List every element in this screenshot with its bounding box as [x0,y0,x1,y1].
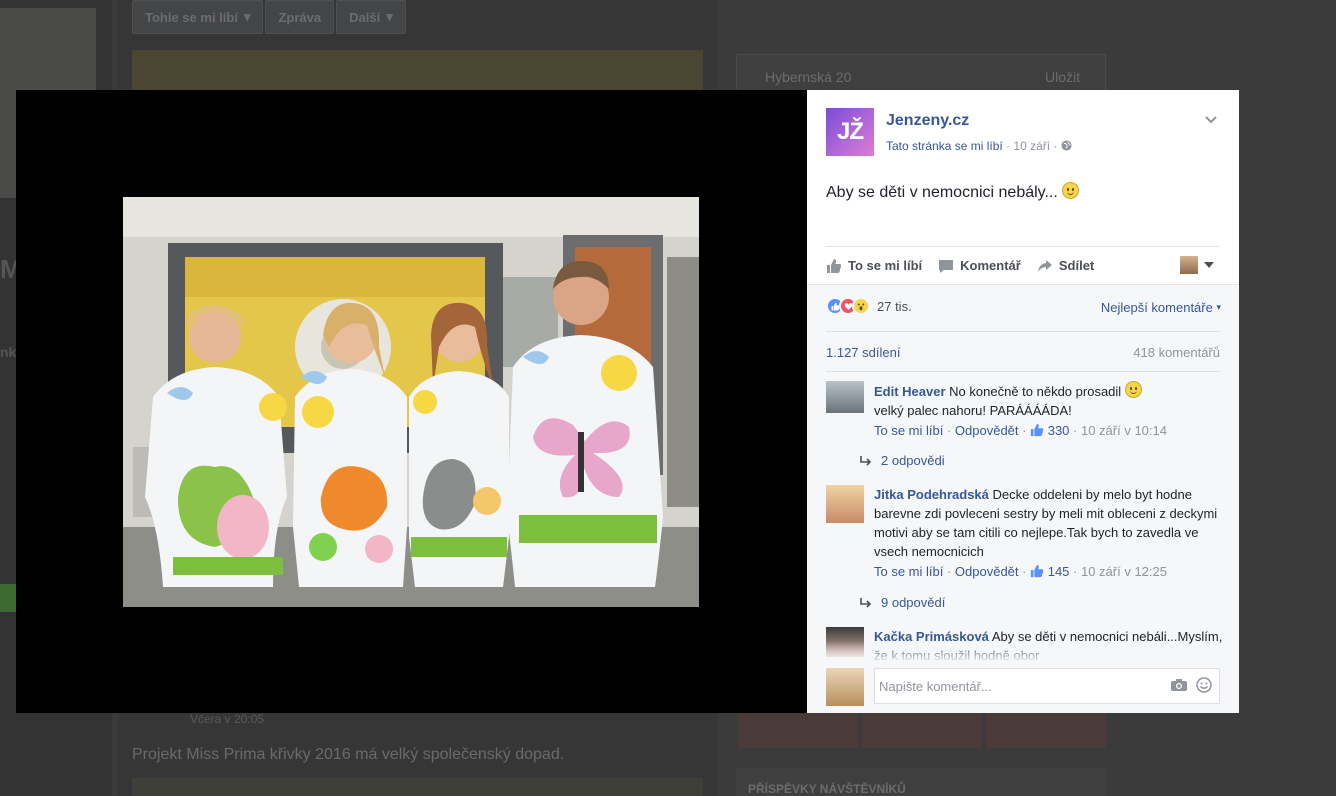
post-options-chevron-icon[interactable] [1204,112,1218,128]
bg-like-label: Tohle se mi líbí [145,9,238,25]
comment-sort-dropdown[interactable]: Nejlepší komentáře ▾ [1101,300,1221,315]
share-button[interactable]: Sdílet [1037,258,1094,274]
emoji-icon[interactable] [1196,677,1212,693]
avatar [1180,256,1198,274]
post-as-selector[interactable] [1180,256,1214,274]
bg-tile [986,712,1106,748]
comment-author[interactable]: Jitka Podehradská [874,487,989,502]
comment-icon [939,259,954,273]
bg-tile [862,712,982,748]
bg-post-photo-2 [132,778,703,796]
post-actions-bar: To se mi líbí Komentář Sdílet [826,246,1220,284]
thumbs-up-icon [827,258,842,273]
post-photo[interactable] [123,197,699,607]
comment-reply-link[interactable]: Odpovědět [955,423,1019,438]
post-message-text: Aby se děti v nemocnici nebály... [826,184,1058,201]
post-subline: Tato stránka se mi líbí · 10 září · [886,139,1072,153]
bg-save-button[interactable]: Uložit [1045,69,1080,85]
caret-down-icon [1204,262,1214,268]
separator: · [1053,139,1058,153]
page-avatar[interactable]: JŽ [826,108,874,156]
divider [826,331,1220,332]
bg-address-card: Hybernská 20 Uložit [736,54,1106,94]
bg-page-toolbar: Tohle se mi líbí ▾ Zpráva Další ▾ [132,0,500,34]
comment-sort-label: Nejlepší komentáře [1100,300,1213,315]
comment-meta: To se mi líbí · Odpovědět · 145 · 10 zář… [874,564,1167,579]
photo-stage[interactable] [16,90,807,713]
comment-author[interactable]: Edit Heaver [874,384,946,399]
comment-like-link[interactable]: To se mi líbí [874,423,943,438]
view-replies-link[interactable]: 9 odpovědí [859,595,945,610]
bg-letter-2: nk [0,344,17,360]
comment-reply-link[interactable]: Odpovědět [955,564,1019,579]
comment-button-label: Komentář [960,258,1021,273]
comment-like-count[interactable]: 330 [1048,423,1070,438]
comments-fade [807,641,1239,663]
bg-post-text: Projekt Miss Prima křivky 2016 má velký … [132,746,565,763]
comments-count[interactable]: 418 komentářů [1133,345,1220,360]
replies-count: 9 odpovědí [881,595,946,610]
shares-count-link[interactable]: 1.127 sdílení [826,345,900,360]
post-side-panel: JŽ Jenzeny.cz Tato stránka se mi líbí · … [807,90,1239,713]
page-like-link[interactable]: Tato stránka se mi líbí [886,139,1003,153]
view-replies-link[interactable]: 2 odpovědi [859,453,945,468]
smile-emoji-icon [1124,381,1142,398]
reactions-summary[interactable]: 27 tis. [826,297,912,315]
page-name-link[interactable]: Jenzeny.cz [886,112,969,130]
comments-section: 27 tis. Nejlepší komentáře ▾ 1.127 sdíle… [807,284,1239,713]
bg-like-page-button[interactable]: Tohle se mi líbí ▾ [132,0,264,34]
comment-meta: To se mi líbí · Odpovědět · 330 · 10 zář… [874,423,1167,438]
replies-count: 2 odpovědi [881,453,945,468]
reactions-count: 27 tis. [877,298,912,314]
comment-text: No konečně to někdo prosadil [949,384,1122,399]
reply-arrow-icon [860,455,872,466]
bg-more-label: Další [349,9,381,25]
page-logo-text: JŽ [836,118,864,145]
reply-arrow-icon [860,597,872,608]
chevron-down-icon: ▾ [386,9,393,24]
share-button-label: Sdílet [1058,258,1095,273]
bg-visitor-posts-header: PŘÍSPĚVKY NÁVŠTĚVNÍKŮ [736,768,1106,796]
thumbs-up-icon [1030,423,1044,437]
bg-message-label: Zpráva [278,9,322,25]
bg-address: Hybernská 20 [765,69,852,85]
comment-time[interactable]: 10 září v 10:14 [1081,423,1167,438]
comment-composer [826,666,1226,706]
thumbs-up-icon [1030,564,1044,578]
divider [826,371,1220,372]
comment-text-line2: velký palec nahoru! PARÁÁÁÁDA! [874,403,1072,418]
wow-reaction-icon [852,297,870,315]
bg-photo-tiles [738,712,1106,748]
share-arrow-icon [1037,259,1052,272]
post-header: JŽ Jenzeny.cz Tato stránka se mi líbí · … [826,108,1226,158]
comment-body: Edit Heaver No konečně to někdo prosadil… [874,381,1224,440]
avatar[interactable] [826,485,864,523]
bg-more-button[interactable]: Další ▾ [336,0,406,34]
caret-down-icon: ▾ [1216,302,1221,312]
chevron-down-icon: ▾ [243,9,251,24]
globe-icon [1061,139,1072,153]
separator: · [1006,139,1011,153]
avatar [826,668,864,706]
comment-button[interactable]: Komentář [938,258,1021,274]
comment-like-count[interactable]: 145 [1048,564,1070,579]
avatar[interactable] [826,381,864,413]
comment-like-link[interactable]: To se mi líbí [874,564,943,579]
comment-input[interactable] [874,668,1220,704]
bg-green-button [0,584,16,612]
comment-body: Jitka Podehradská Decke oddeleni by melo… [874,485,1224,581]
bg-tile [738,712,858,748]
smile-emoji-icon [1062,182,1080,199]
like-button[interactable]: To se mi líbí [826,258,922,274]
nurses-photo-illustration [123,197,699,607]
bg-message-button[interactable]: Zpráva [265,0,335,34]
camera-icon[interactable] [1170,678,1188,692]
post-date[interactable]: 10 září [1013,139,1050,153]
bg-post-time: Včera v 20:05 [190,712,265,726]
comment-time[interactable]: 10 září v 12:25 [1081,564,1167,579]
post-message: Aby se děti v nemocnici nebály... [826,182,1080,202]
bg-post-photo [132,50,703,90]
like-button-label: To se mi líbí [848,258,923,273]
